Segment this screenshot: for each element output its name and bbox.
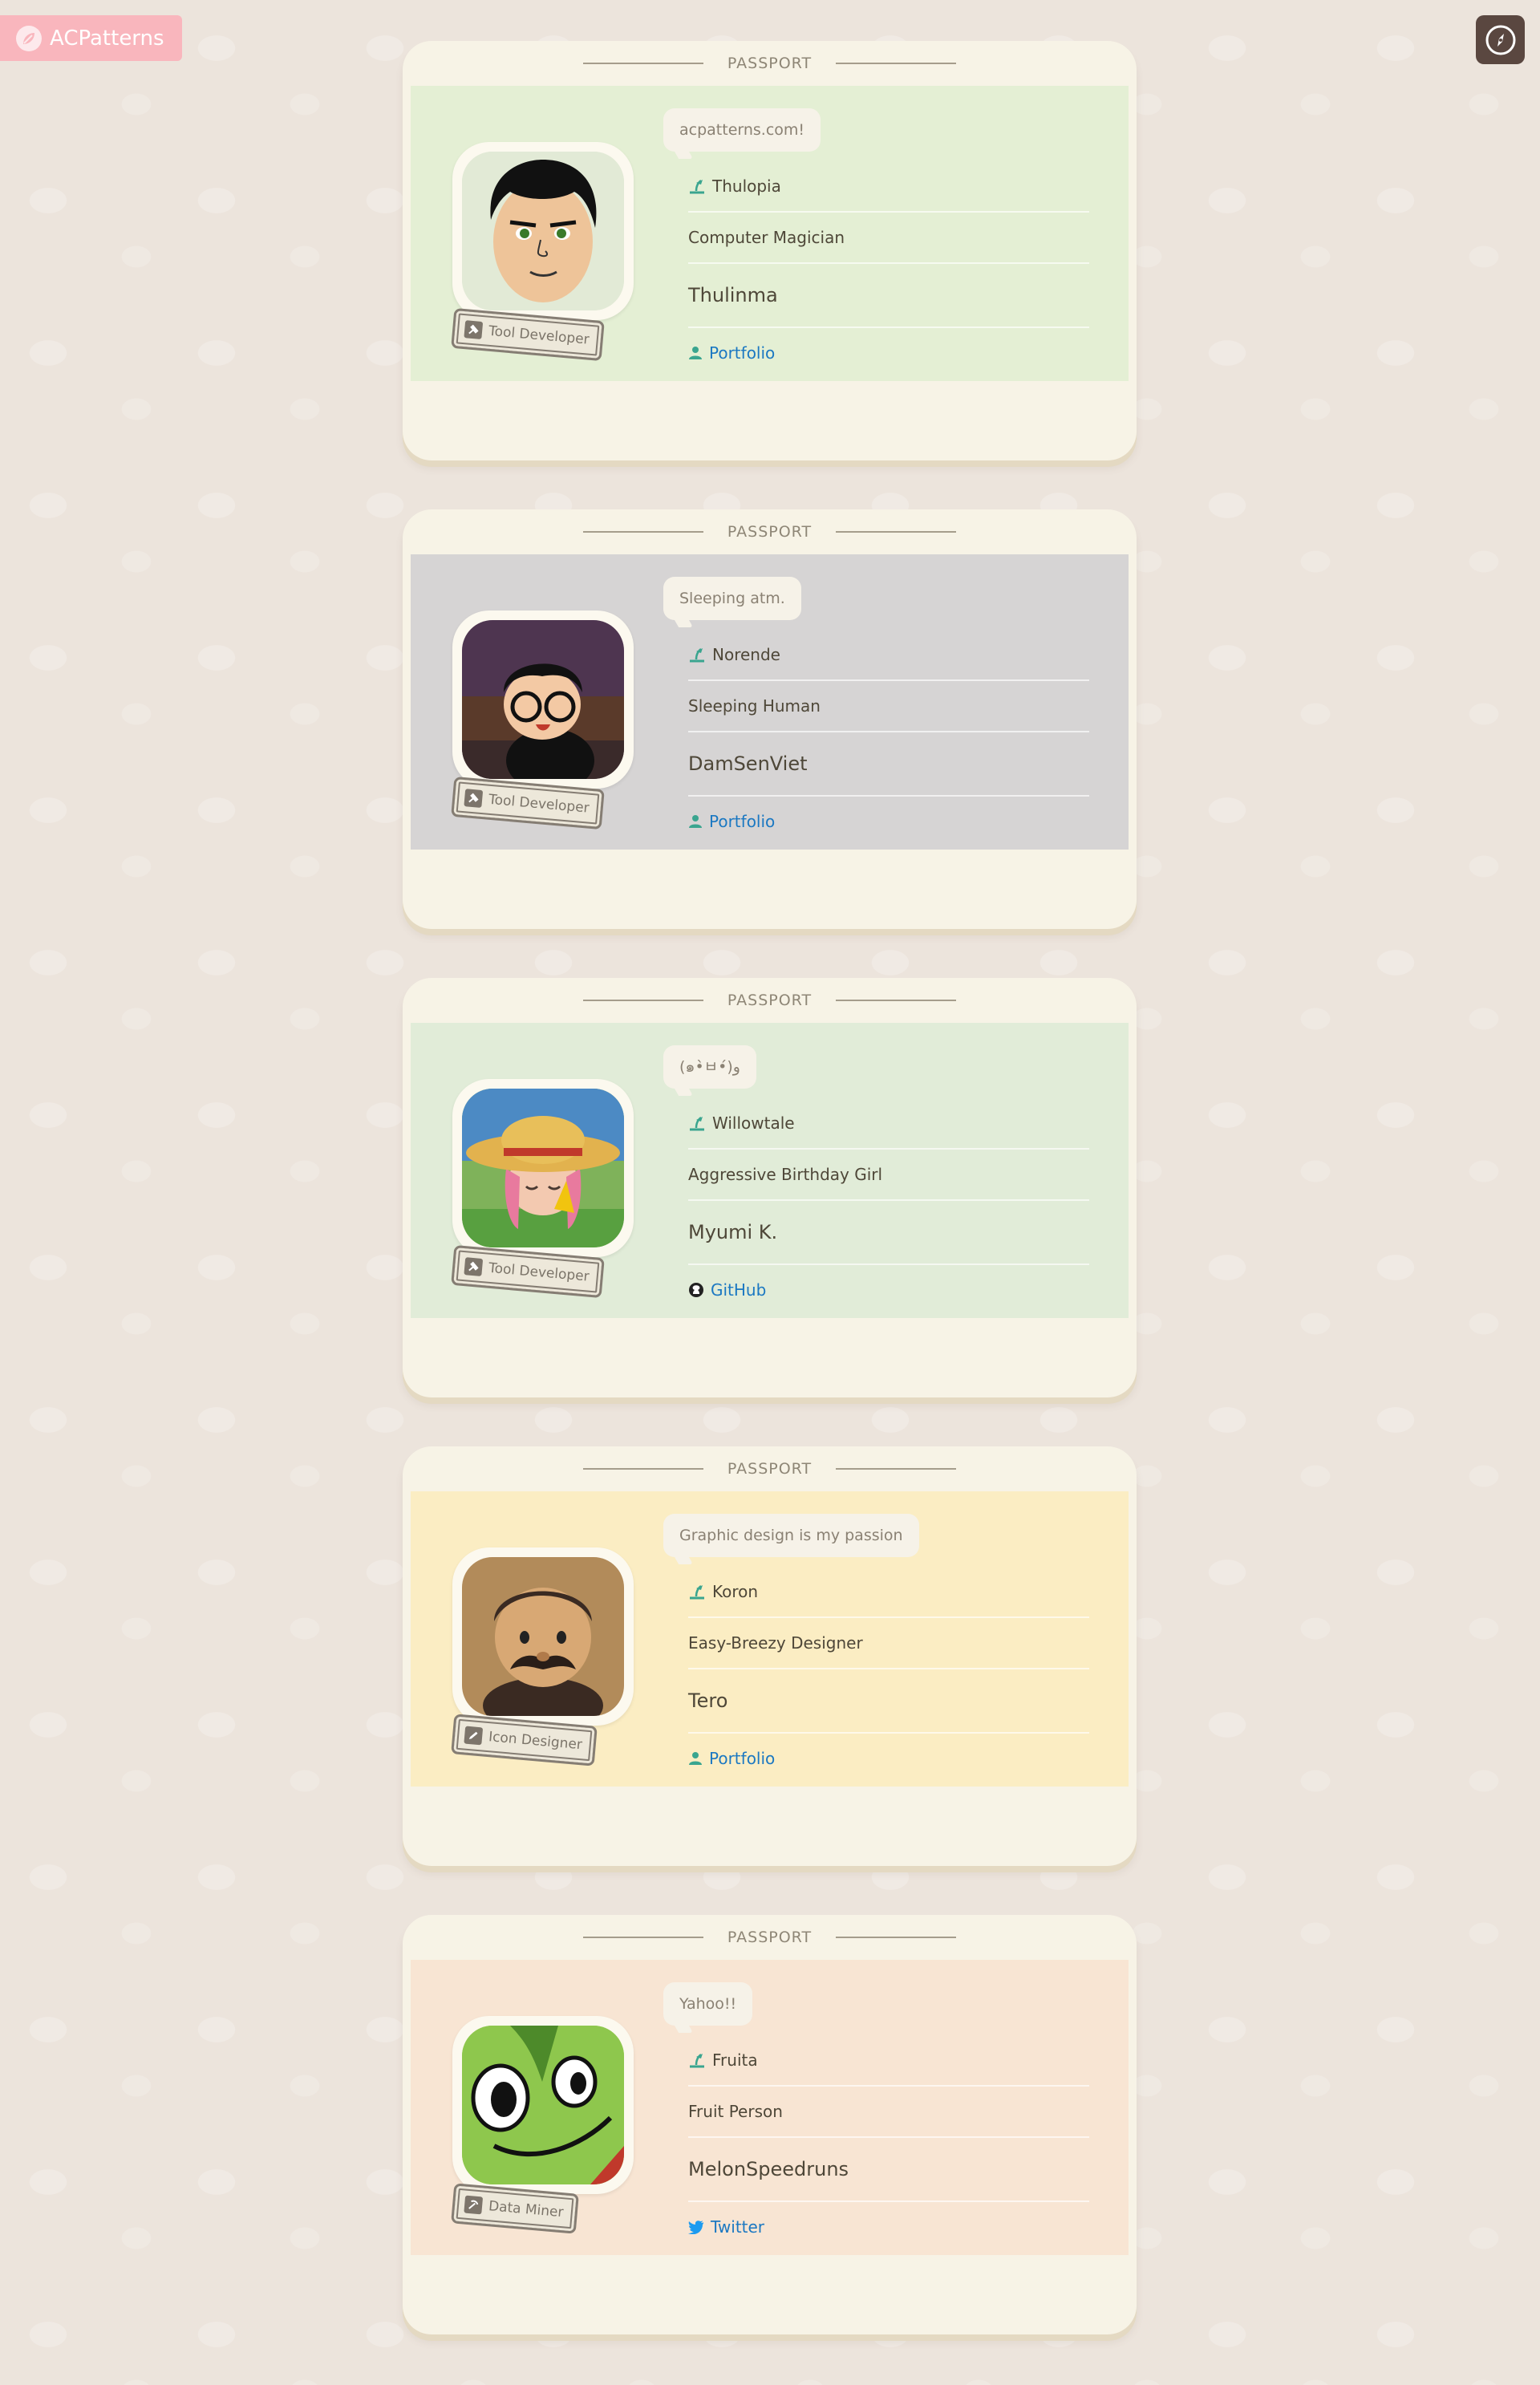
passport-card: PASSPORT <box>403 978 1137 1397</box>
name-row: Tero <box>688 1669 1089 1734</box>
island-icon <box>688 1584 706 1600</box>
avatar-frame <box>452 1079 634 1257</box>
passport-title: PASSPORT <box>727 55 813 72</box>
passport-header: PASSPORT <box>403 1446 1137 1491</box>
passport-title: PASSPORT <box>727 523 813 541</box>
passport-card: PASSPORT Icon Designer Graphic design is… <box>403 1446 1137 1866</box>
title-row: Sleeping Human <box>688 681 1089 732</box>
status-bubble: Graphic design is my passion <box>663 1514 919 1557</box>
portfolio-link[interactable]: Portfolio <box>688 1734 1089 1783</box>
passport-body: Icon Designer Graphic design is my passi… <box>411 1491 1129 1787</box>
name-row: DamSenViet <box>688 732 1089 797</box>
portfolio-link[interactable]: Portfolio <box>688 797 1089 846</box>
twitter-icon <box>688 2220 704 2234</box>
passport-header: PASSPORT <box>403 1915 1137 1960</box>
name-row: MelonSpeedruns <box>688 2138 1089 2202</box>
brand-logo[interactable]: ACPatterns <box>0 15 182 61</box>
name-row: Thulinma <box>688 264 1089 328</box>
status-bubble: acpatterns.com! <box>663 108 821 152</box>
passport-body: Tool Developer Sleeping atm. Norende Sle… <box>411 554 1129 850</box>
brand-name: ACPatterns <box>50 26 164 51</box>
passport-card: PASSPORT <box>403 41 1137 460</box>
github-icon <box>688 1282 704 1298</box>
island-icon <box>688 1115 706 1131</box>
mii-avatar <box>462 152 624 310</box>
person-icon <box>688 814 703 829</box>
status-bubble: (๑•̀ㅂ•́)و <box>663 1045 756 1089</box>
hammer-icon <box>464 789 484 808</box>
portfolio-link[interactable]: Portfolio <box>688 328 1089 378</box>
island-row: Willowtale <box>688 1098 1089 1150</box>
passport-title: PASSPORT <box>727 1460 813 1478</box>
passport-header: PASSPORT <box>403 41 1137 86</box>
hammer-icon <box>464 1257 484 1276</box>
title-row: Aggressive Birthday Girl <box>688 1150 1089 1201</box>
island-row: Fruita <box>688 2035 1089 2087</box>
passport-header: PASSPORT <box>403 509 1137 554</box>
pickaxe-icon <box>464 2195 484 2215</box>
title-row: Computer Magician <box>688 213 1089 264</box>
title-row: Easy-Breezy Designer <box>688 1618 1089 1669</box>
island-icon <box>688 647 706 663</box>
avatar-frame <box>452 610 634 789</box>
passport-card: PASSPORT Tool Developer Sleeping atm. No… <box>403 509 1137 929</box>
passport-card: PASSPORT Data Miner Yahoo!! Fruita Fruit… <box>403 1915 1137 2334</box>
avatar-frame <box>452 1547 634 1726</box>
person-icon <box>688 346 703 360</box>
avatar-frame <box>452 2016 634 2194</box>
island-icon <box>688 2052 706 2068</box>
island-icon <box>688 178 706 194</box>
yoshi-avatar <box>462 2026 624 2184</box>
villager-glasses-avatar <box>462 620 624 779</box>
compass-button[interactable] <box>1476 15 1525 64</box>
status-bubble: Yahoo!! <box>663 1982 753 2026</box>
status-bubble: Sleeping atm. <box>663 577 801 620</box>
villager-mustache-avatar <box>462 1557 624 1716</box>
island-row: Thulopia <box>688 161 1089 213</box>
island-row: Norende <box>688 630 1089 681</box>
name-row: Myumi K. <box>688 1201 1089 1265</box>
passport-body: Tool Developer (๑•̀ㅂ•́)و Willowtale Aggr… <box>411 1023 1129 1318</box>
github-link[interactable]: GitHub <box>688 1265 1089 1315</box>
passport-body: Data Miner Yahoo!! Fruita Fruit Person M… <box>411 1960 1129 2255</box>
avatar-frame <box>452 142 634 320</box>
island-row: Koron <box>688 1567 1089 1618</box>
compass-icon <box>1485 25 1515 55</box>
passport-header: PASSPORT <box>403 978 1137 1023</box>
passport-body: Tool Developer acpatterns.com! Thulopia … <box>411 86 1129 381</box>
villager-strawhat-avatar <box>462 1089 624 1247</box>
twitter-link[interactable]: Twitter <box>688 2202 1089 2252</box>
pencil-icon <box>464 1726 484 1746</box>
leaf-icon <box>16 25 42 51</box>
person-icon <box>688 1751 703 1766</box>
passport-title: PASSPORT <box>727 992 813 1009</box>
title-row: Fruit Person <box>688 2087 1089 2138</box>
hammer-icon <box>464 320 484 339</box>
passport-title: PASSPORT <box>727 1929 813 1946</box>
